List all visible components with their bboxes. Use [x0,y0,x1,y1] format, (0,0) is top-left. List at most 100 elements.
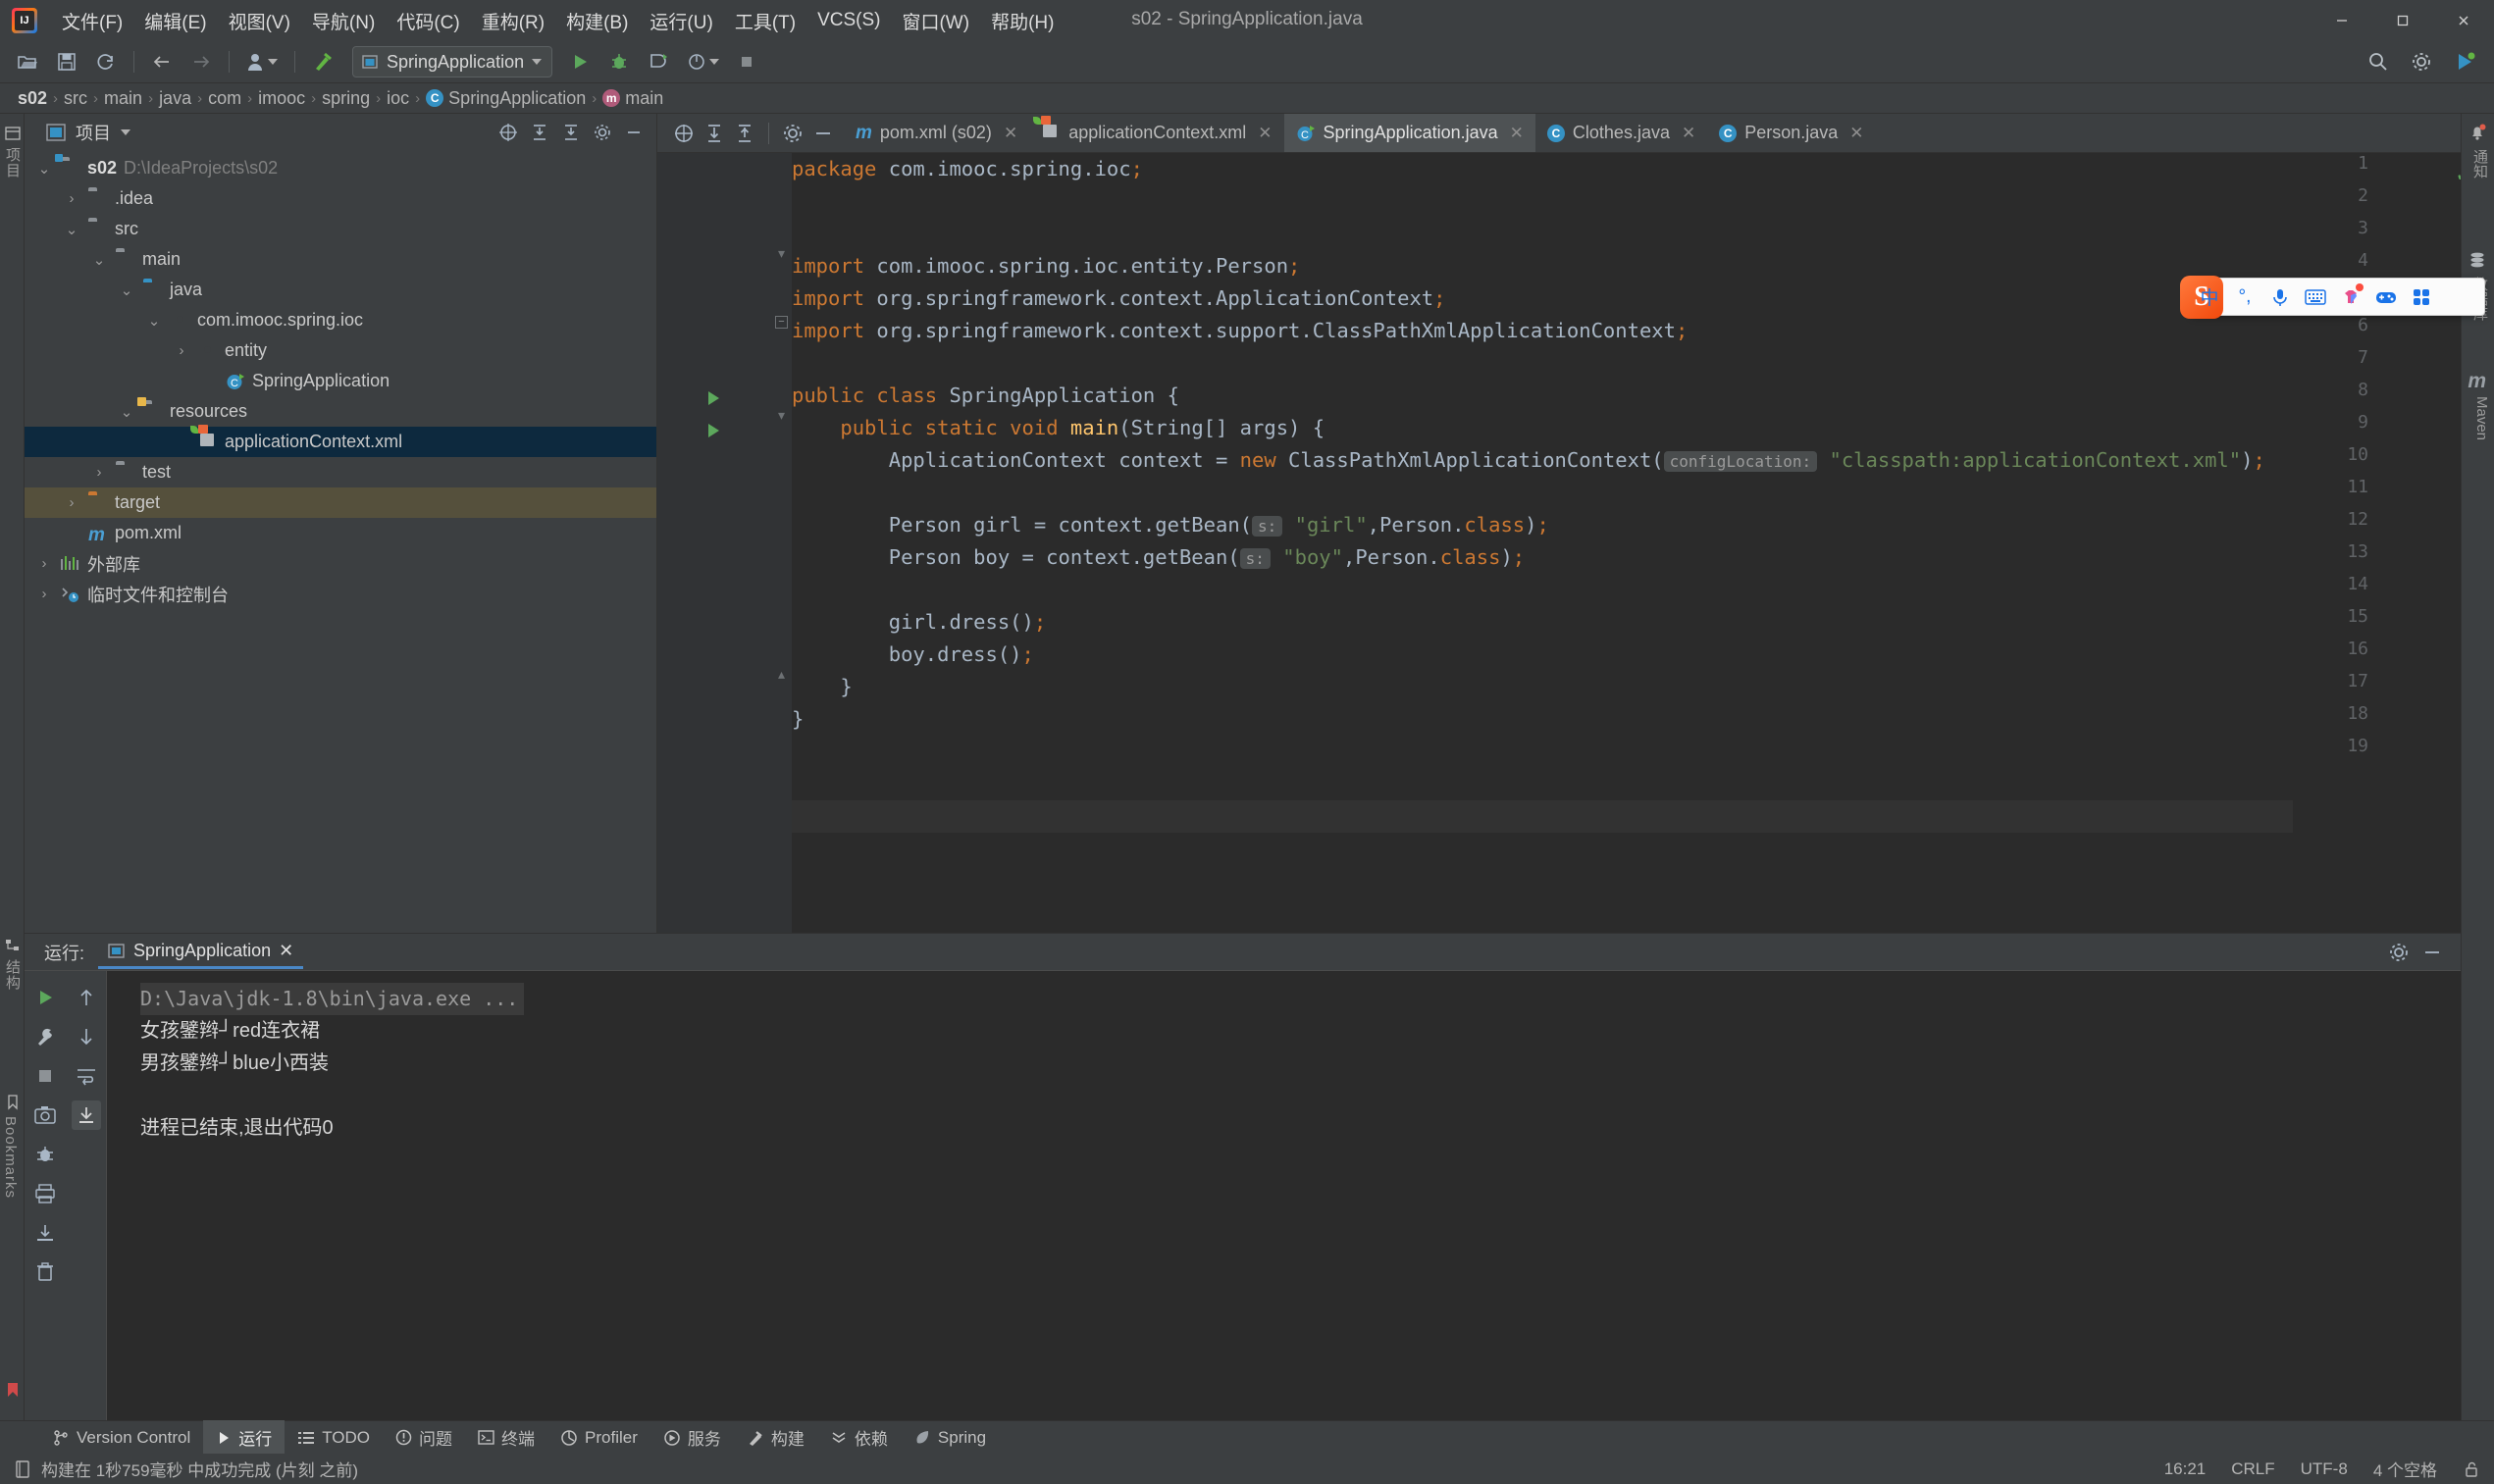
left-tool-project[interactable]: 项目 [2,147,23,179]
chevron-down-icon[interactable] [121,129,130,135]
console-output[interactable]: D:\Java\jdk-1.8\bin\java.exe ... 女孩鐾辫┘re… [107,971,2461,1420]
tree-item-external-libraries[interactable]: › 外部库 [25,548,656,579]
breadcrumb-item-method[interactable]: m main [598,88,667,109]
hide-panel-icon[interactable] [621,120,647,145]
tree-item-main[interactable]: ⌄ main [25,244,656,275]
close-icon[interactable]: ✕ [1845,124,1863,143]
chevron-down-icon[interactable]: ⌄ [117,403,136,421]
scroll-to-end-icon[interactable] [71,1100,101,1130]
chevron-down-icon[interactable]: ⌄ [62,221,81,238]
profile-run-button[interactable] [681,45,724,78]
chevron-down-icon[interactable]: ⌄ [34,160,54,178]
editor-tab-clothes-java[interactable]: C Clothes.java ✕ [1535,114,1707,152]
breadcrumb-item-com[interactable]: com [204,88,245,109]
bottom-tab-terminal[interactable]: 终端 [465,1420,547,1455]
save-icon[interactable] [50,45,83,78]
search-icon[interactable] [2362,45,2395,78]
bottom-tab-run[interactable]: 运行 [203,1420,286,1455]
structure-tool-icon[interactable] [5,938,21,953]
fold-collapse-icon[interactable]: − [775,316,788,329]
build-hammer-icon[interactable] [306,45,339,78]
right-tool-notifications[interactable]: 通知 [2469,149,2490,179]
menu-refactor[interactable]: 重构(R) [471,5,555,37]
keyboard-icon[interactable] [2298,280,2333,315]
run-tab-springapplication[interactable]: SpringApplication ✕ [98,935,304,969]
hide-panel-icon[interactable] [2419,940,2445,965]
tree-item-src[interactable]: ⌄ src [25,214,656,244]
chevron-down-icon[interactable]: ⌄ [144,312,164,330]
breadcrumb-item-ioc[interactable]: ioc [383,88,413,109]
tree-item-applicationcontext-xml[interactable]: › applicationContext.xml [25,425,656,457]
bottom-tab-profiler[interactable]: Profiler [547,1423,650,1453]
editor-tab-person-java[interactable]: C Person.java ✕ [1707,114,1875,152]
close-button[interactable] [2433,0,2494,41]
menu-edit[interactable]: 编辑(E) [133,5,217,37]
bookmarks-tool-icon[interactable] [5,1095,21,1110]
chevron-right-icon[interactable]: › [172,342,191,359]
tree-item-target[interactable]: › target [25,487,656,518]
left-tool-bookmarks[interactable]: Bookmarks [2,1116,19,1199]
bottom-tab-dependencies[interactable]: 依赖 [817,1420,901,1455]
back-arrow-icon[interactable] [145,45,179,78]
stop-icon[interactable] [30,1061,60,1091]
settings-gear-icon[interactable] [2386,940,2412,965]
tree-item-s02[interactable]: ⌄ s02 D:\IdeaProjects\s02 [25,153,656,183]
menu-run[interactable]: 运行(U) [639,5,723,37]
close-icon[interactable]: ✕ [1254,124,1272,143]
scroll-up-icon[interactable] [72,983,101,1012]
microphone-icon[interactable] [2262,280,2298,315]
tree-item-pom-xml[interactable]: › m pom.xml [25,518,656,548]
chevron-down-icon[interactable]: ⌄ [89,251,109,269]
menu-build[interactable]: 构建(B) [555,5,639,37]
bottom-tab-services[interactable]: 服务 [650,1420,734,1455]
bookmark-red-icon[interactable] [5,1382,21,1398]
run-method-gutter-icon[interactable] [708,424,719,437]
open-folder-icon[interactable] [11,45,44,78]
profile-dropdown-icon[interactable] [240,45,284,78]
tree-item-package-ioc[interactable]: ⌄ com.imooc.spring.ioc [25,305,656,335]
breadcrumb-item-main[interactable]: main [100,88,146,109]
close-icon[interactable]: ✕ [1678,124,1695,143]
minimize-button[interactable] [2312,0,2372,41]
editor-tab-pom-xml[interactable]: m pom.xml (s02) ✕ [844,114,1029,152]
expand-all-icon[interactable] [701,121,727,146]
bottom-tab-todo[interactable]: TODO [285,1423,383,1453]
project-tool-icon[interactable] [5,126,21,141]
status-line-separator[interactable]: CRLF [2231,1459,2274,1479]
tree-item-resources[interactable]: ⌄ resources [25,396,656,427]
punctuation-icon[interactable]: °, [2227,280,2262,315]
menu-code[interactable]: 代码(C) [386,5,470,37]
fold-method-end-icon[interactable]: ▴ [775,667,788,682]
chevron-down-icon[interactable]: ⌄ [117,281,136,299]
skin-icon[interactable] [2333,280,2368,315]
collapse-all-icon[interactable] [558,120,584,145]
scroll-down-icon[interactable] [72,1022,101,1051]
bottom-tab-version-control[interactable]: Version Control [39,1423,203,1453]
settings-gear-icon[interactable] [2405,45,2438,78]
bottom-tab-build[interactable]: 构建 [734,1420,817,1455]
tree-item-java[interactable]: ⌄ java [25,275,656,305]
chevron-right-icon[interactable]: › [62,494,81,511]
game-icon[interactable] [2368,280,2404,315]
menu-vcs[interactable]: VCS(S) [806,7,891,34]
tree-item-springapplication[interactable]: › C SpringApplication [25,366,656,396]
build-status-icon[interactable] [14,1459,31,1478]
editor-gutter[interactable] [657,153,770,933]
status-encoding[interactable]: UTF-8 [2301,1459,2348,1479]
forward-arrow-icon[interactable] [184,45,218,78]
soft-wrap-icon[interactable] [72,1061,101,1091]
print-icon[interactable] [30,1179,60,1208]
notifications-icon[interactable] [2468,124,2486,141]
export-icon[interactable] [30,1218,60,1248]
breadcrumb-item-class[interactable]: C SpringApplication [422,88,590,109]
status-indent[interactable]: 4 个空格 [2373,1457,2437,1481]
expand-all-icon[interactable] [527,120,552,145]
settings-gear-icon[interactable] [590,120,615,145]
rerun-icon[interactable] [30,983,60,1012]
menu-help[interactable]: 帮助(H) [980,5,1065,37]
bottom-tab-problems[interactable]: 问题 [383,1420,465,1455]
menu-view[interactable]: 视图(V) [218,5,301,37]
maximize-button[interactable] [2372,0,2433,41]
bug-icon[interactable] [30,1140,60,1169]
sync-icon[interactable] [89,45,123,78]
